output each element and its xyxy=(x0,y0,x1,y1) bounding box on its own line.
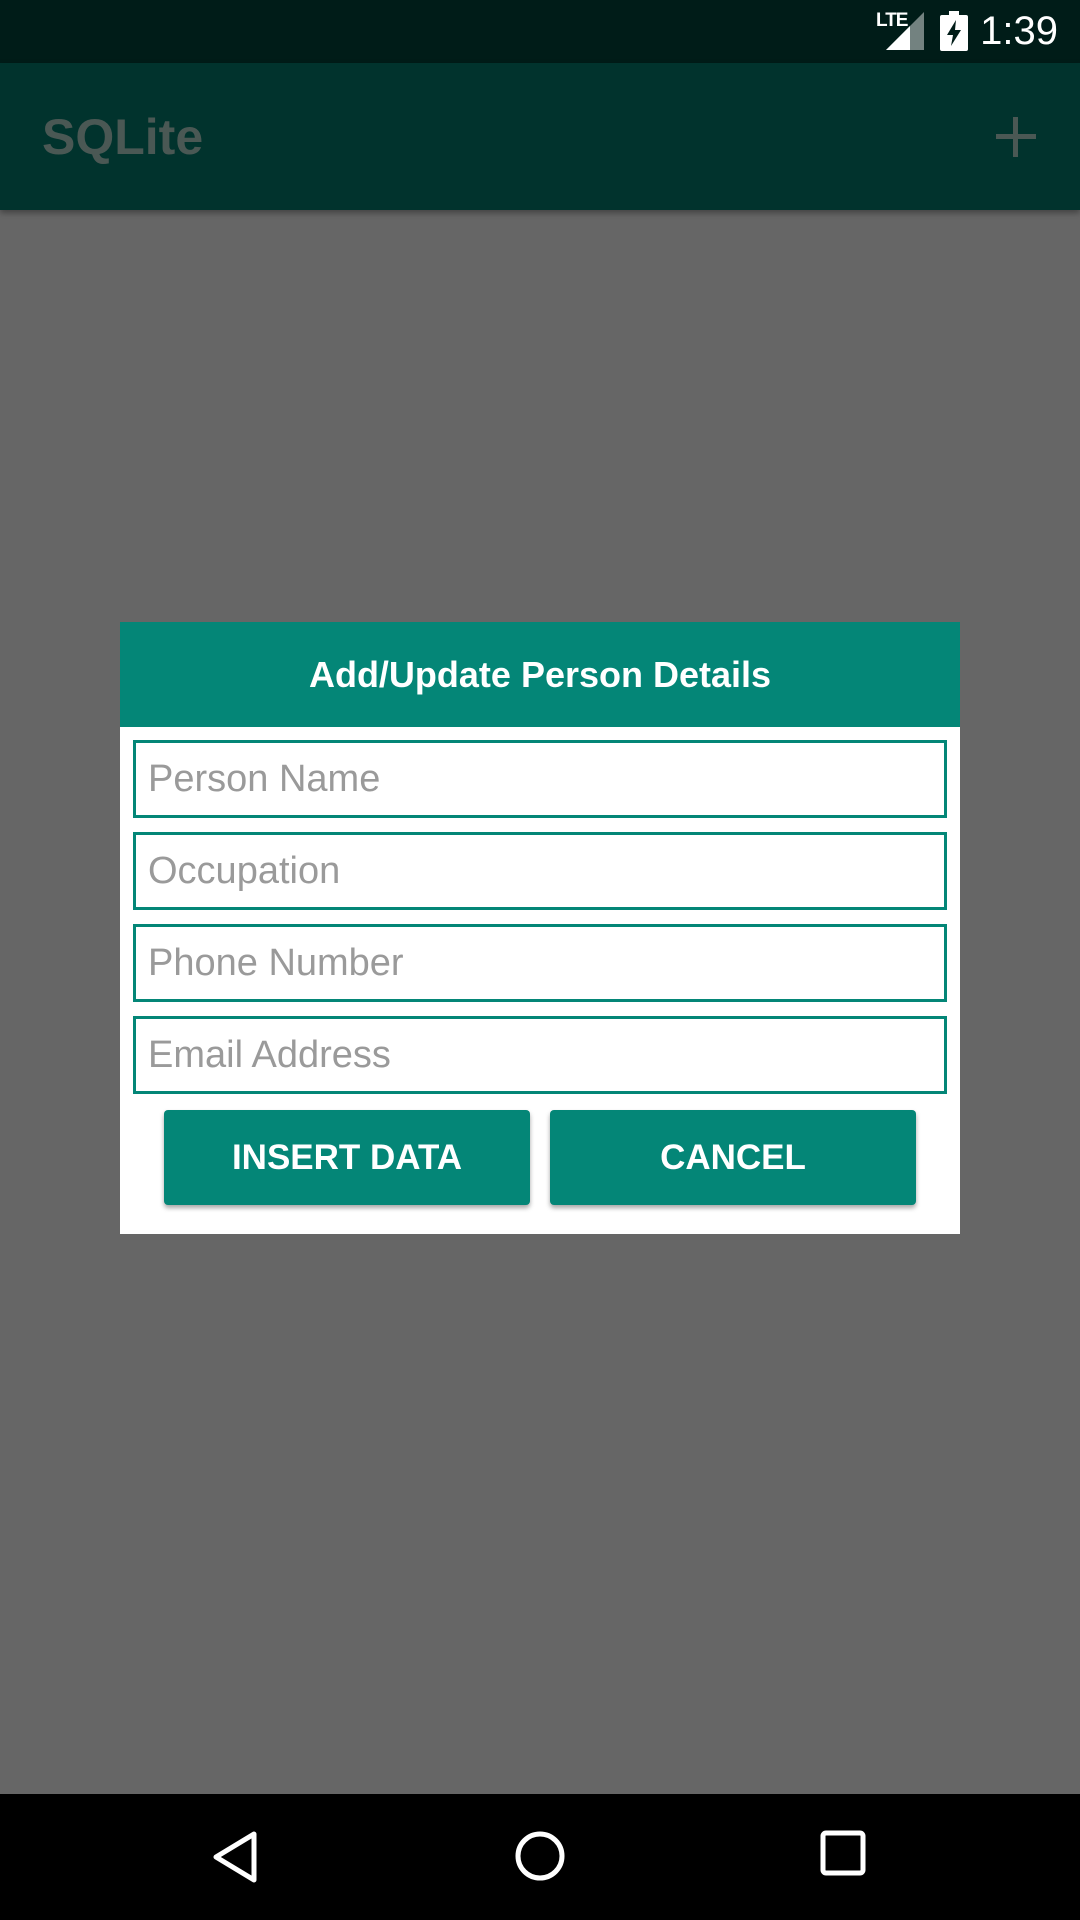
app-bar: SQLite xyxy=(0,63,1080,210)
phone-number-field[interactable] xyxy=(133,924,947,1002)
recents-icon[interactable] xyxy=(820,1830,866,1876)
phone-number-input[interactable] xyxy=(136,927,944,999)
status-bar: LTE 1:39 xyxy=(0,0,1080,63)
occupation-input[interactable] xyxy=(136,835,944,907)
home-icon[interactable] xyxy=(514,1830,566,1882)
person-name-input[interactable] xyxy=(136,743,944,815)
back-icon[interactable] xyxy=(210,1830,260,1884)
person-name-field[interactable] xyxy=(133,740,947,818)
email-address-field[interactable] xyxy=(133,1016,947,1094)
person-details-dialog: Add/Update Person Details INSERT DATA CA… xyxy=(120,622,960,1234)
clock: 1:39 xyxy=(980,9,1058,53)
cancel-button[interactable]: CANCEL xyxy=(550,1110,916,1205)
insert-data-button[interactable]: INSERT DATA xyxy=(164,1110,530,1205)
battery-charging-icon xyxy=(940,11,968,51)
occupation-field[interactable] xyxy=(133,832,947,910)
app-title: SQLite xyxy=(42,109,204,165)
navigation-bar xyxy=(0,1794,1080,1920)
email-address-input[interactable] xyxy=(136,1019,944,1091)
network-type-label: LTE xyxy=(876,10,909,31)
add-icon[interactable] xyxy=(994,115,1038,159)
dialog-title: Add/Update Person Details xyxy=(308,654,772,695)
dialog-header: Add/Update Person Details xyxy=(120,622,960,727)
